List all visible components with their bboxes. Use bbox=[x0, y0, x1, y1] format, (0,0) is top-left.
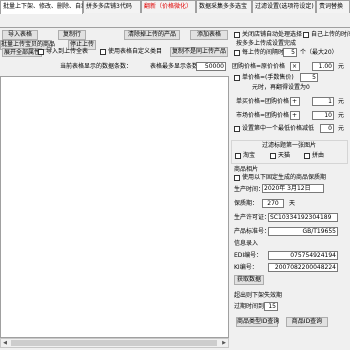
horizontal-scrollbar[interactable]: ◀ ▶ bbox=[0, 338, 229, 348]
tab-data-collect[interactable]: 数据采集多多选宝 bbox=[196, 0, 252, 13]
market-price-op-input[interactable]: + bbox=[290, 97, 300, 106]
filter-taobao-label: 淘宝 bbox=[243, 152, 256, 159]
export-unfinished-button[interactable]: 复制不是同上传产品 bbox=[170, 47, 228, 57]
expire-input[interactable]: 15 bbox=[264, 302, 278, 311]
upload-settings-label: 按多多上传成设置完成 bbox=[236, 40, 297, 47]
auto-upload-label: 自己上传的时间 bbox=[311, 31, 350, 38]
tab-replace[interactable]: 责词替换 bbox=[316, 0, 350, 13]
import-upload-checkbox[interactable] bbox=[38, 49, 44, 55]
filter-tmall-checkbox[interactable] bbox=[270, 153, 276, 159]
get-data-button[interactable]: 获取数据 bbox=[234, 275, 264, 285]
scroll-thumb[interactable] bbox=[11, 340, 217, 346]
set-unit-label: 设置第中一个最低价格减低 bbox=[242, 125, 315, 132]
standard-label: 产品标准号： bbox=[234, 228, 271, 235]
scroll-left-icon[interactable]: ◀ bbox=[1, 340, 9, 347]
market-price-label: 单买价格=团购价格 bbox=[236, 98, 290, 105]
tab-batch-shelf[interactable]: 批量上下架、修改、删除、自动回复 bbox=[0, 0, 99, 14]
market-price-unit: 元 bbox=[338, 98, 345, 105]
filter-tmall-label: 天猫 bbox=[278, 152, 291, 159]
expire-label: 超出则下架失效期 bbox=[234, 292, 283, 299]
scroll-right-icon[interactable]: ▶ bbox=[220, 340, 228, 347]
tab-pdd-code[interactable]: 拼多多店铺3代码 bbox=[83, 0, 141, 13]
filter-heading: 过滤标题第一张图片 bbox=[262, 142, 317, 149]
import-upload-label: 导入到上传全表 bbox=[46, 48, 89, 55]
license-label: 生产许可证： bbox=[234, 214, 271, 221]
expand-all-button[interactable]: 展开全部属性 bbox=[2, 48, 42, 57]
group-price-label: 团购价格=原价价格 bbox=[232, 63, 286, 70]
market-price2-input[interactable]: 10 bbox=[312, 111, 334, 120]
add-table-button[interactable]: 添加表格 bbox=[190, 30, 228, 40]
edi-input[interactable]: 075754924194 bbox=[268, 251, 338, 260]
ki-label: KI编号： bbox=[234, 264, 258, 271]
set-unit-input[interactable]: 0 bbox=[320, 124, 334, 133]
market-price-input[interactable]: 1 bbox=[312, 97, 334, 106]
use-fixed-checkbox[interactable] bbox=[234, 175, 240, 181]
tab-bar: 批量上下架、修改、删除、自动回复 拼多多店铺3代码 翻新（价格微化） 数据采集多… bbox=[0, 0, 350, 28]
single-price-input[interactable]: 5 bbox=[300, 73, 318, 82]
use-fixed-label: 使用以下固定生成的商品保质期 bbox=[242, 174, 327, 181]
filter-group: 过滤标题第一张图片 淘宝 天猫 拼由 bbox=[231, 140, 348, 164]
edi-label: EDI编号： bbox=[234, 252, 263, 259]
clear-uploaded-button[interactable]: 清除掉上传的产品 bbox=[124, 30, 180, 40]
shelf-life-label: 保质期： bbox=[234, 200, 259, 207]
price-tip: 元时，再翻得设置为0 bbox=[252, 84, 310, 91]
market-price2-unit: 元 bbox=[338, 112, 345, 119]
shelf-life-input[interactable]: 270 bbox=[262, 199, 284, 208]
shelf-life-unit: 天 bbox=[289, 200, 296, 207]
filter-taobao-checkbox[interactable] bbox=[235, 153, 241, 159]
goods-code-query-button[interactable]: 商品ID查询 bbox=[286, 317, 328, 327]
import-table-button[interactable]: 导入表格 bbox=[2, 30, 38, 40]
multi-shop-checkbox[interactable] bbox=[234, 50, 240, 56]
interval-unit: 个（最大20） bbox=[300, 49, 338, 56]
use-custom-category-label: 使用表格自定义类目 bbox=[108, 48, 163, 55]
filter-pinyou-checkbox[interactable] bbox=[304, 153, 310, 159]
info-entry-label: 信息录入 bbox=[234, 240, 259, 247]
interval-input[interactable]: 5 bbox=[283, 48, 297, 57]
use-custom-category-checkbox[interactable] bbox=[100, 49, 106, 55]
single-price-label: 单价格=(手数售价) bbox=[242, 74, 294, 81]
set-unit-checkbox[interactable] bbox=[234, 126, 240, 132]
max-display-input[interactable]: 50000 bbox=[196, 62, 226, 71]
single-price-checkbox[interactable] bbox=[234, 75, 240, 81]
data-grid[interactable] bbox=[0, 76, 229, 338]
set-unit-unit: 元 bbox=[338, 125, 345, 132]
market-price2-label: 市场价格=团购价格 bbox=[236, 112, 290, 119]
row-count-label: 当前表格显示的数据条数： bbox=[60, 63, 133, 70]
tab-refresh-price[interactable]: 翻新（价格微化） bbox=[141, 0, 196, 13]
prod-date-label: 生产时间： bbox=[234, 186, 265, 193]
license-input[interactable]: SC10334192304189 bbox=[268, 213, 338, 222]
auto-close-label: 关闭店铺自动处理选择 bbox=[242, 31, 303, 38]
tab-filter-settings[interactable]: 过滤设置(选项符设定) bbox=[252, 0, 316, 13]
auto-upload-checkbox[interactable] bbox=[303, 32, 309, 38]
copy-row-button[interactable]: 复制行 bbox=[58, 30, 86, 40]
ki-input[interactable]: 2007082200048224 bbox=[268, 263, 338, 272]
filter-pinyou-label: 拼由 bbox=[312, 152, 325, 159]
market-price2-op-input[interactable]: + bbox=[290, 111, 300, 120]
group-price-op-input[interactable]: × bbox=[290, 62, 300, 71]
expire-time-label: 过期时间到 bbox=[234, 303, 265, 310]
standard-input[interactable]: GB/T19655 bbox=[268, 227, 338, 236]
prod-date-picker[interactable]: 2020年 3月12日 bbox=[262, 184, 324, 193]
product-image-label: 商品相片 bbox=[234, 166, 259, 173]
goods-id-query-button[interactable]: 商品类型ID查询 bbox=[236, 317, 279, 327]
auto-close-checkbox[interactable] bbox=[234, 32, 240, 38]
group-price-multiplier-input[interactable]: 1.00 bbox=[312, 62, 334, 71]
group-price-unit: 元 bbox=[338, 63, 345, 70]
